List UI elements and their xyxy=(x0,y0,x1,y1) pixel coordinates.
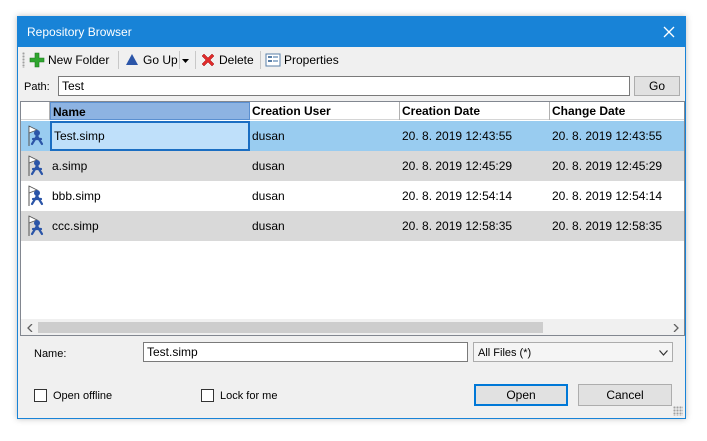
arrow-up-icon xyxy=(124,52,140,68)
go-button[interactable]: Go xyxy=(634,76,680,96)
cell-change-date: 20. 8. 2019 12:54:14 xyxy=(552,189,663,203)
path-label: Path: xyxy=(24,81,50,93)
column-header-change-date[interactable]: Change Date xyxy=(550,102,684,120)
file-type-select[interactable]: All Files (*) xyxy=(473,342,673,362)
title-bar: Repository Browser xyxy=(18,17,685,47)
open-offline-label: Open offline xyxy=(53,389,113,402)
toolbar-separator xyxy=(179,51,180,69)
file-type-value: All Files (*) xyxy=(478,347,532,359)
add-icon xyxy=(29,52,45,68)
repository-browser-dialog: Repository Browser New Folder Go Up Dele… xyxy=(17,16,686,419)
column-header-icon xyxy=(21,102,50,120)
column-header-creation-user[interactable]: Creation User xyxy=(250,102,400,120)
scroll-right-icon[interactable] xyxy=(667,319,684,335)
new-folder-button[interactable]: New Folder xyxy=(29,50,109,70)
cell-name[interactable]: bbb.simp xyxy=(50,181,250,211)
go-up-label: Go Up xyxy=(143,53,178,67)
toolbar-separator xyxy=(118,51,119,69)
toolbar-separator xyxy=(195,51,196,69)
name-label: Name: xyxy=(34,348,67,360)
delete-icon xyxy=(200,52,216,68)
go-up-dropdown-button[interactable] xyxy=(182,50,191,70)
checkbox-box[interactable] xyxy=(201,389,214,402)
new-folder-label: New Folder xyxy=(48,53,110,67)
path-input[interactable] xyxy=(58,76,630,96)
cancel-button[interactable]: Cancel xyxy=(578,384,672,406)
toolbar: New Folder Go Up Delete Properties xyxy=(18,47,685,73)
horizontal-scrollbar[interactable] xyxy=(21,319,684,335)
cell-change-date: 20. 8. 2019 12:58:35 xyxy=(552,219,663,233)
cell-creation-date: 20. 8. 2019 12:45:29 xyxy=(402,159,513,173)
delete-button[interactable]: Delete xyxy=(200,50,254,70)
file-grid: Name Creation User Creation Date Change … xyxy=(20,101,685,336)
cell-creation-user: dusan xyxy=(252,159,285,173)
lock-for-me-label: Lock for me xyxy=(220,389,278,402)
cell-creation-date: 20. 8. 2019 12:54:14 xyxy=(402,189,513,203)
scrollbar-thumb[interactable] xyxy=(38,322,543,333)
lock-for-me-checkbox[interactable]: Lock for me xyxy=(201,389,277,402)
repository-file-icon xyxy=(23,124,47,148)
caret-down-icon xyxy=(182,53,189,67)
file-name-input[interactable] xyxy=(143,342,468,362)
cell-name[interactable]: ccc.simp xyxy=(50,211,250,241)
column-header-creation-date[interactable]: Creation Date xyxy=(400,102,550,120)
repository-file-icon xyxy=(23,214,47,238)
go-up-button[interactable]: Go Up xyxy=(124,50,178,70)
table-row[interactable]: bbb.simp dusan 20. 8. 2019 12:54:14 20. … xyxy=(21,181,684,211)
table-row[interactable]: Test.simp dusan 20. 8. 2019 12:43:55 20.… xyxy=(21,121,684,151)
cell-name[interactable]: Test.simp xyxy=(50,121,250,151)
cell-creation-date: 20. 8. 2019 12:43:55 xyxy=(402,129,513,143)
cell-creation-user: dusan xyxy=(252,219,285,233)
open-button[interactable]: Open xyxy=(474,384,568,406)
table-row[interactable]: ccc.simp dusan 20. 8. 2019 12:58:35 20. … xyxy=(21,211,684,241)
window-title: Repository Browser xyxy=(27,25,132,39)
delete-label: Delete xyxy=(219,53,254,67)
column-header-name[interactable]: Name xyxy=(50,102,250,120)
cell-creation-user: dusan xyxy=(252,129,285,143)
cell-change-date: 20. 8. 2019 12:43:55 xyxy=(552,129,663,143)
checkbox-box[interactable] xyxy=(34,389,47,402)
chevron-down-icon xyxy=(659,347,668,359)
scroll-left-icon[interactable] xyxy=(21,319,38,335)
toolbar-separator xyxy=(260,51,261,69)
path-row: Path: Go xyxy=(18,75,685,99)
properties-label: Properties xyxy=(284,53,339,67)
toolbar-grip[interactable] xyxy=(22,52,25,68)
cell-creation-user: dusan xyxy=(252,189,285,203)
cell-change-date: 20. 8. 2019 12:45:29 xyxy=(552,159,663,173)
repository-file-icon xyxy=(23,184,47,208)
grid-header: Name Creation User Creation Date Change … xyxy=(21,102,684,120)
table-row[interactable]: a.simp dusan 20. 8. 2019 12:45:29 20. 8.… xyxy=(21,151,684,181)
repository-file-icon xyxy=(23,154,47,178)
open-offline-checkbox[interactable]: Open offline xyxy=(34,389,112,402)
cell-creation-date: 20. 8. 2019 12:58:35 xyxy=(402,219,513,233)
close-icon[interactable] xyxy=(653,17,685,47)
properties-button[interactable]: Properties xyxy=(265,50,339,70)
cell-name[interactable]: a.simp xyxy=(50,151,250,181)
properties-icon xyxy=(265,52,281,68)
resize-grip[interactable] xyxy=(673,406,683,416)
